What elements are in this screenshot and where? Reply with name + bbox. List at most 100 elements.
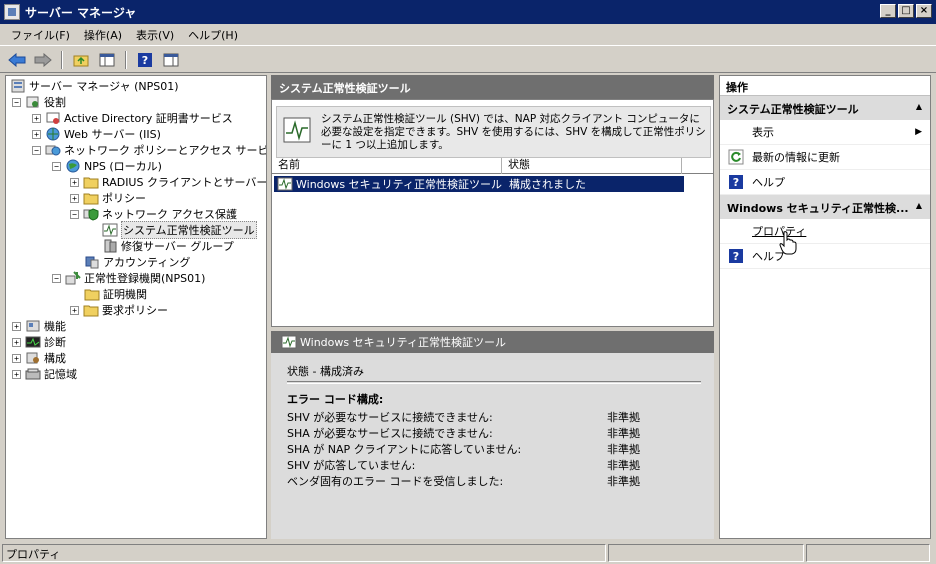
action-group-windows-shv[interactable]: Windows セキュリティ正常性検... ▲ (720, 195, 930, 219)
tree-item-roles[interactable]: − 役割 (12, 94, 66, 110)
expand-toggle[interactable]: + (12, 321, 21, 331)
menu-file[interactable]: ファイル(F) (4, 25, 77, 45)
status-text: プロパティ (2, 544, 606, 562)
help-button[interactable]: ? (134, 50, 156, 70)
expand-toggle[interactable]: + (12, 369, 21, 379)
column-header-name[interactable]: 名前 (272, 158, 502, 174)
menu-action[interactable]: 操作(A) (77, 25, 129, 45)
tree-item-web-server[interactable]: + Web サーバー (IIS) (32, 126, 161, 142)
tree-item-network-policy-access-services[interactable]: − ネットワーク ポリシーとアクセス サービス (32, 142, 266, 158)
action-help-2[interactable]: ? ヘルプ (720, 244, 930, 269)
tree-item-server-manager[interactable]: サーバー マネージャ (NPS01) (10, 78, 179, 94)
toolbar-separator (125, 50, 127, 69)
configuration-icon (26, 352, 39, 364)
error-row: SHV が必要なサービスに接続できません: 非準拠 (287, 411, 640, 424)
error-row: SHA が必要なサービスに接続できません: 非準拠 (287, 427, 640, 440)
collapse-arrow-icon: ▲ (915, 102, 922, 111)
window-title: サーバー マネージャ (25, 5, 137, 20)
show-hide-tree-button[interactable] (96, 50, 118, 70)
action-group-shv[interactable]: システム正常性検証ツール ▲ (720, 96, 930, 120)
tree-item-nps-local[interactable]: − NPS (ローカル) (52, 158, 162, 174)
roles-icon (26, 96, 39, 108)
server-manager-icon (11, 79, 25, 93)
health-validator-large-icon (283, 117, 311, 143)
console-tree-icon (99, 53, 115, 66)
tree-item-certification-authority[interactable]: 証明機関 (84, 286, 147, 302)
tree-item-ad-certificate-services[interactable]: + Active Directory 証明書サービス (32, 110, 233, 126)
collapse-toggle[interactable]: − (52, 273, 61, 283)
error-config-title: エラー コード構成: (287, 393, 384, 406)
description-box: システム正常性検証ツール (SHV) では、NAP 対応クライアント コンピュー… (276, 106, 711, 158)
expand-toggle[interactable]: + (32, 129, 41, 139)
tree-item-network-access-protection[interactable]: − ネットワーク アクセス保護 (70, 206, 237, 222)
network-policy-icon (45, 145, 61, 156)
row-name: Windows セキュリティ正常性検証ツール (296, 178, 502, 191)
maximize-button[interactable]: □ (898, 4, 914, 18)
tree-item-storage[interactable]: + 記憶域 (12, 366, 77, 382)
tree-item-configuration[interactable]: + 構成 (12, 350, 66, 366)
tree-item-remediation-server-groups[interactable]: 修復サーバー グループ (102, 238, 234, 254)
expand-toggle[interactable]: + (32, 113, 41, 123)
up-level-button[interactable] (70, 50, 92, 70)
collapse-toggle[interactable]: − (12, 97, 21, 107)
menu-bar: ファイル(F) 操作(A) 表示(V) ヘルプ(H) (0, 24, 936, 46)
tree-item-request-policy[interactable]: + 要求ポリシー (70, 302, 168, 318)
tree-item-accounting[interactable]: アカウンティング (84, 254, 190, 270)
tree-item-features[interactable]: + 機能 (12, 318, 66, 334)
accounting-icon (85, 256, 99, 269)
list-header: 名前 状態 (272, 158, 713, 174)
folder-icon (83, 305, 99, 317)
state-text: 状態 - 構成済み (287, 365, 364, 378)
error-row: ベンダ固有のエラー コードを受信しました: 非準拠 (287, 475, 640, 488)
detail-pane: 状態 - 構成済み エラー コード構成: SHV が必要なサービスに接続できませ… (271, 353, 714, 539)
actions-pane: 操作 システム正常性検証ツール ▲ 表示 ▶ 最新の情報に更新 ? ヘルプ Wi… (719, 75, 931, 539)
help-icon: ? (729, 249, 743, 263)
expand-toggle[interactable]: + (70, 193, 79, 203)
hand-cursor-icon (779, 231, 797, 255)
expand-toggle[interactable]: + (70, 305, 79, 315)
collapse-toggle[interactable]: − (70, 209, 79, 219)
results-pane-title: システム正常性検証ツール (271, 75, 714, 99)
tree-item-health-registration-authority[interactable]: − 正常性登録機関(NPS01) (52, 270, 205, 286)
status-bar: プロパティ (0, 542, 936, 564)
refresh-icon (728, 149, 744, 165)
tree-item-system-health-validators[interactable]: システム正常性検証ツール (102, 221, 257, 239)
detail-title-text: Windows セキュリティ正常性検証ツール (300, 336, 506, 349)
forward-button[interactable] (32, 50, 54, 70)
tree-item-diagnostics[interactable]: + 診断 (12, 334, 66, 350)
help-icon: ? (729, 175, 743, 189)
server-group-icon (104, 239, 117, 253)
action-refresh[interactable]: 最新の情報に更新 (720, 145, 930, 170)
row-name-cell: Windows セキュリティ正常性検証ツール (274, 176, 506, 192)
actions-title: 操作 (720, 76, 930, 96)
status-panel (608, 544, 804, 562)
close-button[interactable]: × (916, 4, 932, 18)
column-header-status[interactable]: 状態 (502, 158, 682, 174)
collapse-toggle[interactable]: − (52, 161, 61, 171)
action-help[interactable]: ? ヘルプ (720, 170, 930, 195)
list-row-windows-shv[interactable]: Windows セキュリティ正常性検証ツール 構成されました (274, 176, 684, 192)
expand-toggle[interactable]: + (12, 353, 21, 363)
certificate-services-icon (46, 112, 60, 124)
minimize-button[interactable]: _ (880, 4, 896, 18)
status-panel (806, 544, 930, 562)
back-button[interactable] (6, 50, 28, 70)
action-view[interactable]: 表示 ▶ (720, 120, 930, 145)
menu-view[interactable]: 表示(V) (129, 25, 181, 45)
collapse-toggle[interactable]: − (32, 145, 41, 155)
show-hide-action-pane-button[interactable] (160, 50, 182, 70)
menu-help[interactable]: ヘルプ(H) (181, 25, 245, 45)
diagnostics-icon (25, 336, 41, 348)
tree-item-radius-clients-servers[interactable]: + RADIUS クライアントとサーバー (70, 174, 266, 190)
action-pane-icon (163, 53, 179, 66)
toolbar-separator (61, 50, 63, 69)
blank-icon (728, 223, 744, 239)
expand-toggle[interactable]: + (12, 337, 21, 347)
features-icon (26, 320, 40, 332)
expand-toggle[interactable]: + (70, 177, 79, 187)
collapse-arrow-icon: ▲ (915, 201, 922, 210)
action-properties[interactable]: プロパティ (720, 219, 930, 244)
error-row: SHV が応答していません: 非準拠 (287, 459, 640, 472)
globe-icon (46, 127, 60, 141)
tree-item-policies[interactable]: + ポリシー (70, 190, 146, 206)
